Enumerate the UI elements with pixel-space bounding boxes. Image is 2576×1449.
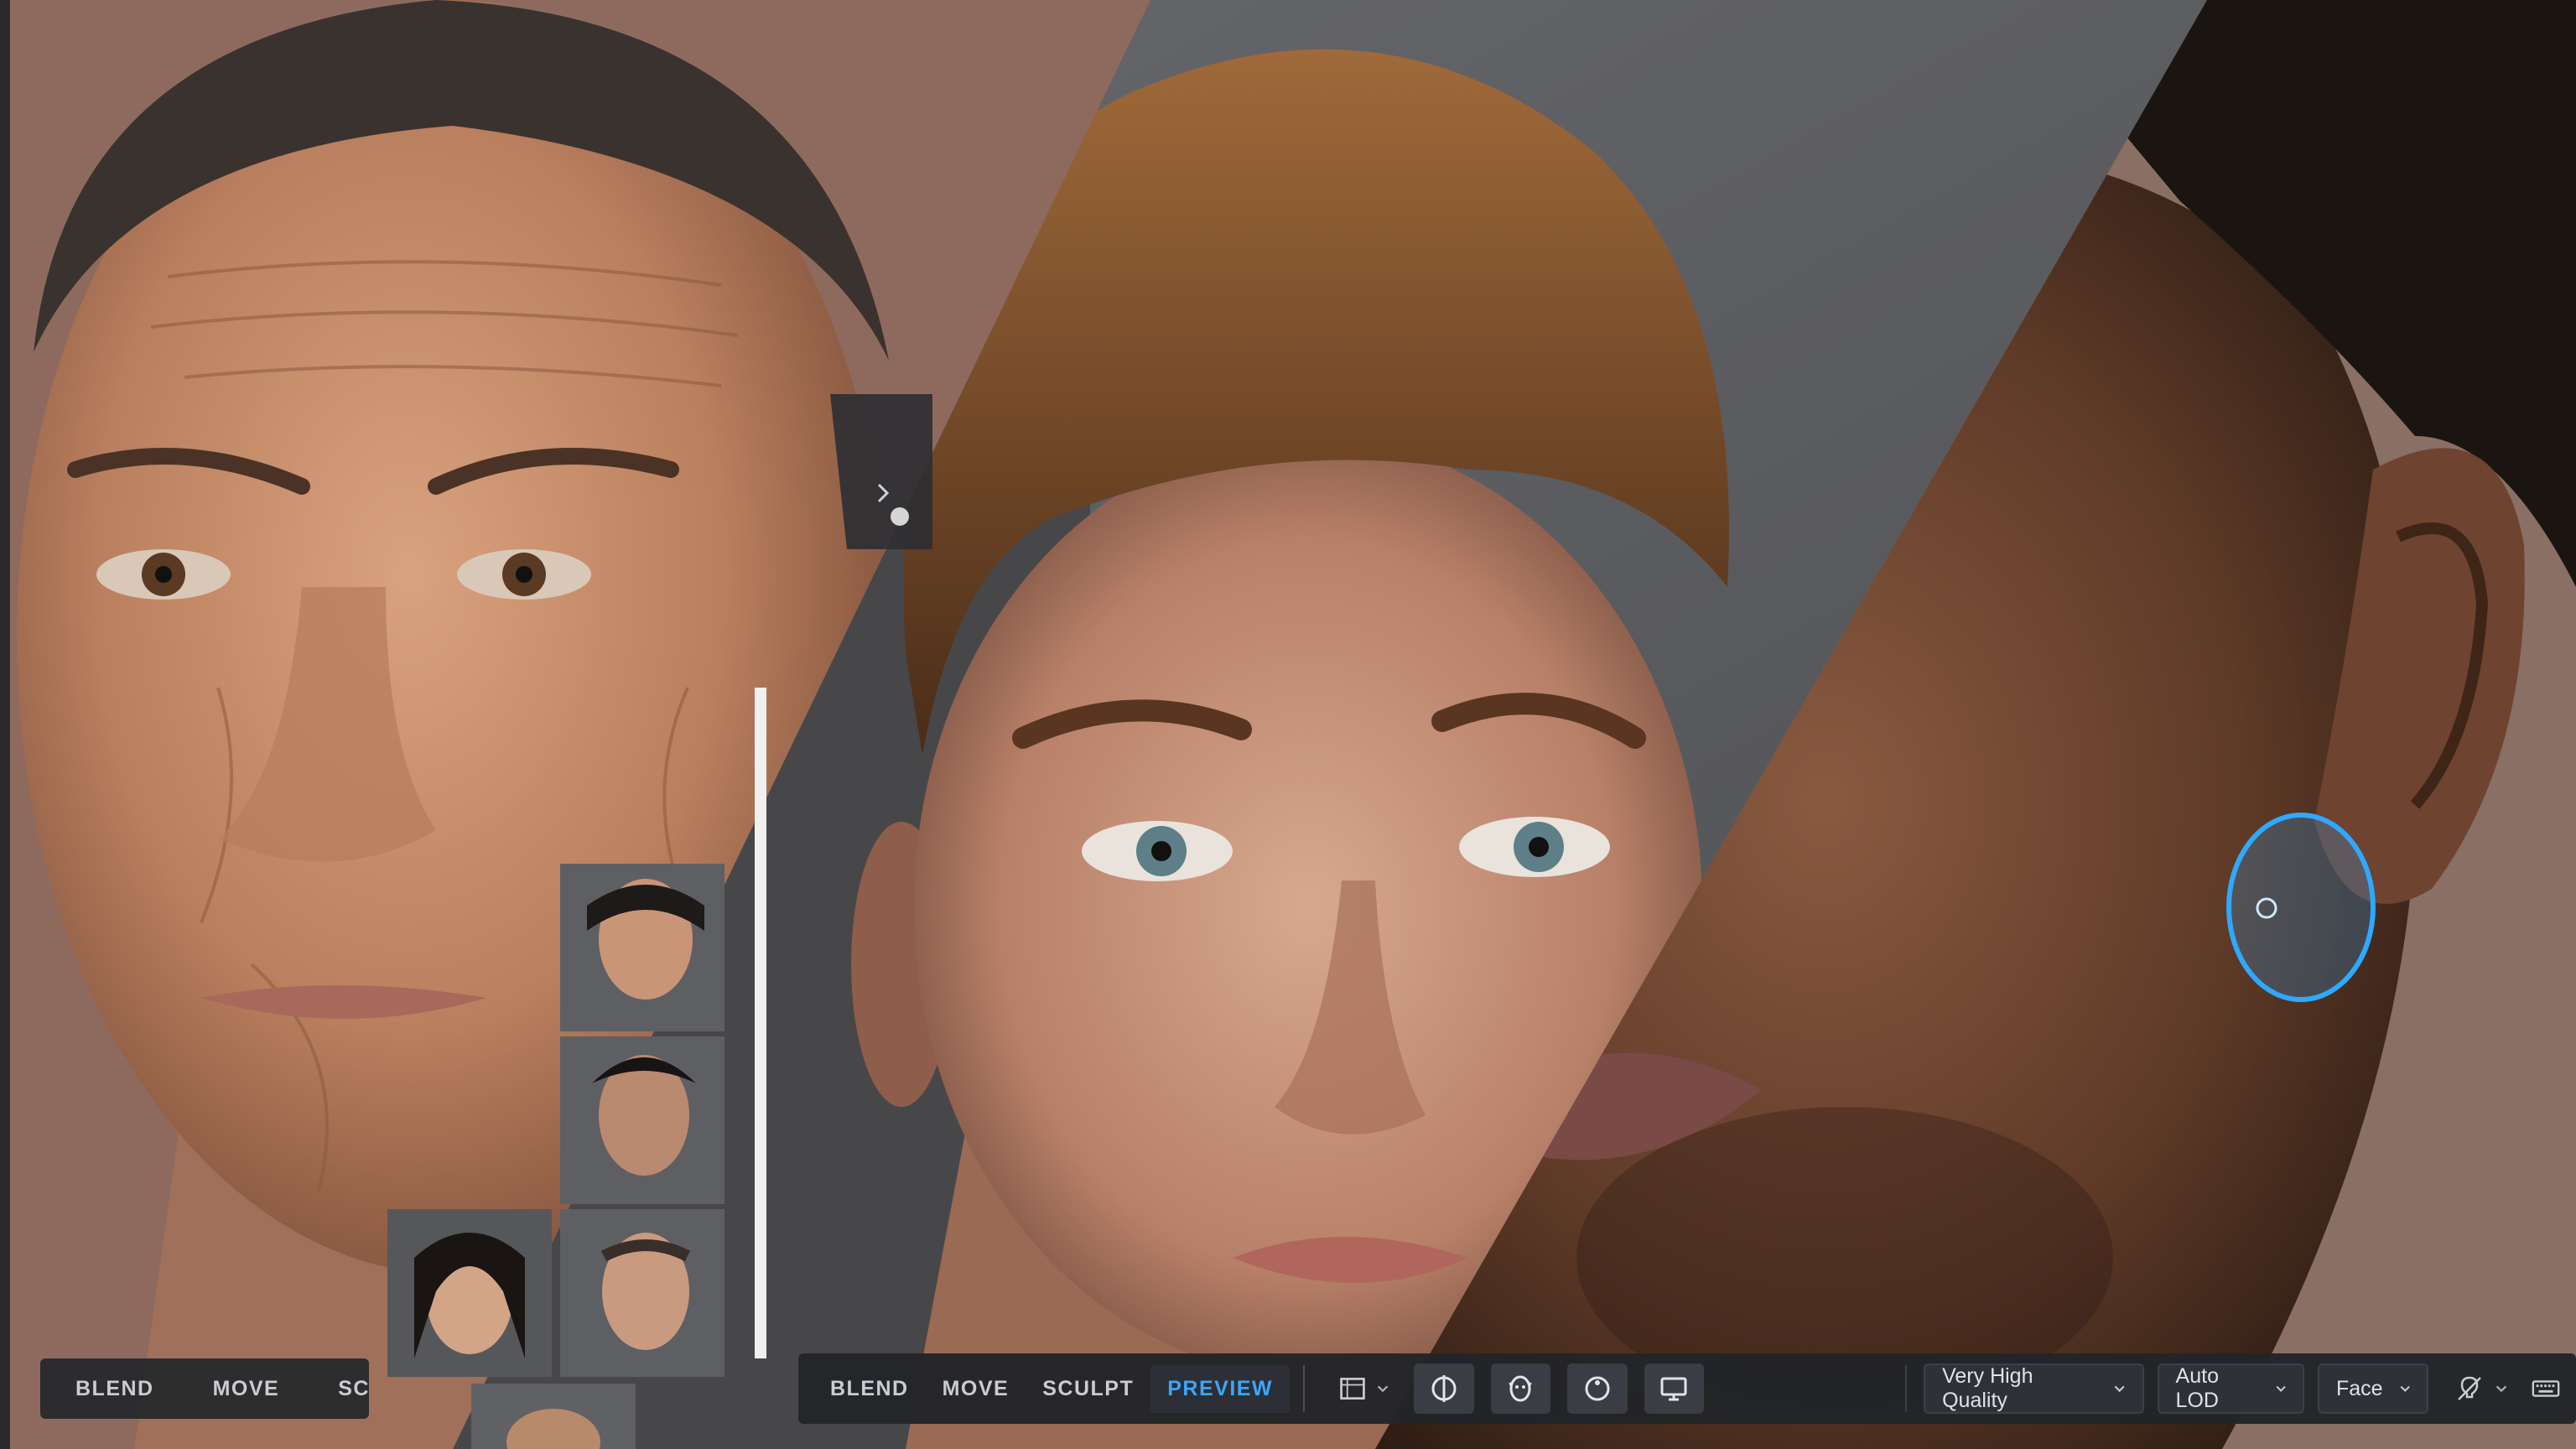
lod-value: Auto LOD [2175,1364,2219,1412]
chevron-down-icon [2496,1385,2507,1393]
left-mode-toolbar: BLEND MOVE SCULPT [40,1358,369,1419]
face-button[interactable] [1490,1363,1551,1414]
toolbar-divider [1905,1365,1908,1412]
circle-dot-icon [1585,1376,1610,1401]
chevron-down-icon [2400,1385,2410,1392]
lod-dropdown[interactable]: Auto LOD [2157,1363,2304,1414]
keyboard-icon [2532,1380,2560,1397]
preset-thumbnail[interactable] [471,1384,636,1449]
preset-thumbnail[interactable] [387,1209,552,1377]
target-button[interactable] [1413,1363,1474,1414]
chevron-down-icon [1377,1385,1389,1393]
preset-thumbnail[interactable] [560,1036,724,1204]
quality-value: Very High Quality [1942,1364,2033,1412]
circle-button[interactable] [1567,1363,1628,1414]
preset-thumbnail[interactable] [560,864,724,1031]
monitor-icon [1660,1377,1687,1401]
frame-icon [1340,1378,1365,1400]
face-outline-icon [1509,1375,1532,1402]
quality-dropdown[interactable]: Very High Quality [1924,1363,2144,1414]
monitor-button[interactable] [1644,1363,1705,1414]
viewport-toolbar: BLEND MOVE SCULPT PREVIEW Very High Qual… [798,1353,2576,1424]
chevron-down-icon [2114,1385,2125,1393]
mode-preview[interactable]: PREVIEW [1150,1364,1291,1413]
preset-thumbnail[interactable] [560,1209,724,1377]
left-mode-blend[interactable]: BLEND [59,1365,171,1413]
metahuman-viewport: BLEND MOVE SCULPT BLEND MOVE SCULPT PREV… [0,0,2576,1449]
toolbar-divider [1303,1365,1305,1412]
mode-sculpt[interactable]: SCULPT [1026,1365,1150,1413]
mode-blend[interactable]: BLEND [813,1365,926,1413]
lightbulb-icon [2458,1376,2481,1400]
lighting-menu[interactable] [2454,1373,2509,1405]
region-value: Face [2335,1376,2383,1400]
region-dropdown[interactable]: Face [2317,1363,2428,1414]
target-icon [1431,1375,1457,1402]
mode-move[interactable]: MOVE [926,1365,1026,1413]
keyboard-shortcuts[interactable] [2531,1374,2561,1404]
chevron-down-icon [2276,1385,2286,1392]
left-mode-move[interactable]: MOVE [196,1365,297,1413]
frame-menu[interactable] [1338,1374,1390,1403]
